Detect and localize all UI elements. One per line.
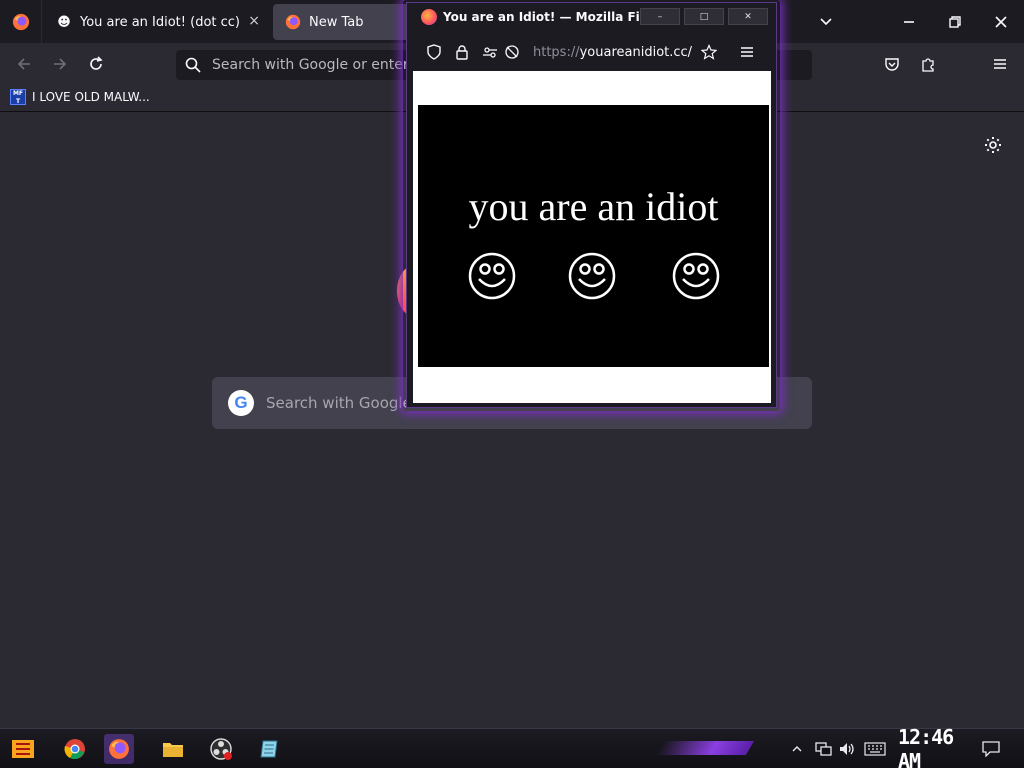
obs-taskbar-button[interactable]	[206, 734, 236, 764]
smiley-face-icon	[468, 252, 516, 300]
bookmark-favicon-icon: MF T	[10, 89, 26, 105]
smiley-face-icon	[568, 252, 616, 300]
reload-icon	[90, 56, 103, 70]
bookmark-star-icon[interactable]	[700, 43, 718, 61]
tab-new-tab[interactable]: New Tab	[273, 4, 413, 40]
network-tray-button[interactable]	[814, 739, 832, 759]
taskbar-decoration	[655, 741, 755, 755]
extensions-button[interactable]	[916, 52, 940, 76]
lock-icon[interactable]	[453, 43, 471, 61]
popup-window: You are an Idiot! — Mozilla Fire... – □ …	[406, 2, 777, 408]
popup-maximize-button[interactable]: □	[684, 8, 724, 25]
file-explorer-taskbar-button[interactable]	[158, 734, 188, 764]
start-button[interactable]	[8, 734, 38, 764]
popup-page-content: you are an idiot	[413, 71, 771, 403]
forward-arrow-icon	[54, 58, 67, 70]
keyboard-tray-button[interactable]	[864, 739, 886, 759]
close-window-button[interactable]	[978, 0, 1024, 43]
chrome-icon	[64, 739, 85, 760]
permissions-icon[interactable]	[481, 43, 499, 61]
restore-button[interactable]	[932, 0, 978, 43]
firefox-view-button[interactable]	[0, 0, 42, 43]
minimize-icon	[904, 20, 914, 23]
minimize-button[interactable]	[886, 0, 932, 43]
firefox-taskbar-button[interactable]	[104, 734, 134, 764]
volume-tray-button[interactable]	[838, 739, 856, 759]
list-all-tabs-button[interactable]	[803, 0, 849, 43]
show-hidden-icons-button[interactable]	[792, 739, 802, 759]
forward-button[interactable]	[48, 52, 72, 76]
volume-icon	[840, 743, 854, 755]
popup-url-bar[interactable]: https://youareanidiot.cc/	[415, 35, 770, 69]
chevron-down-icon	[820, 17, 832, 25]
puzzle-piece-icon	[922, 58, 934, 72]
firefox-icon	[109, 739, 129, 759]
keyboard-icon	[864, 742, 886, 756]
firefox-icon	[12, 13, 29, 30]
back-arrow-icon	[17, 58, 30, 70]
url-scheme: https://	[533, 44, 580, 60]
shield-icon[interactable]	[425, 43, 443, 61]
back-button[interactable]	[12, 52, 36, 76]
popup-menu-icon[interactable]	[738, 43, 756, 61]
close-tab-icon[interactable]: ×	[248, 13, 260, 29]
tab-you-are-an-idiot[interactable]: ☻ You are an Idiot! (dot cc) ×	[44, 4, 270, 40]
notepad-icon	[260, 740, 278, 758]
action-center-button[interactable]	[982, 739, 1000, 759]
hamburger-menu-icon	[994, 59, 1006, 69]
pocket-icon	[885, 58, 899, 71]
reload-button[interactable]	[84, 52, 108, 76]
chrome-taskbar-button[interactable]	[60, 734, 90, 764]
app-menu-button[interactable]	[988, 52, 1012, 76]
firefox-icon	[421, 9, 437, 25]
smiley-face-icon	[672, 252, 720, 300]
search-icon	[185, 57, 201, 73]
obs-icon	[210, 738, 232, 760]
popup-close-button[interactable]: ✕	[728, 8, 768, 25]
idiot-text: you are an idiot	[468, 184, 719, 229]
tab-title: New Tab	[309, 14, 364, 30]
smiley-face-icon: ☻	[57, 14, 71, 30]
file-explorer-icon	[163, 743, 183, 757]
popup-title: You are an Idiot! — Mozilla Fire...	[443, 10, 668, 24]
autoplay-blocked-icon[interactable]	[503, 43, 521, 61]
firefox-icon	[285, 14, 301, 30]
notification-icon	[982, 741, 1000, 757]
gear-icon[interactable]	[983, 135, 1003, 155]
google-icon: G	[228, 390, 254, 416]
network-icon	[815, 742, 832, 756]
chevron-up-icon	[792, 746, 802, 752]
bookmark-item[interactable]: MF T I LOVE OLD MALW...	[10, 89, 150, 105]
taskbar: 12:46 AM	[0, 725, 1024, 768]
close-icon	[995, 15, 1007, 28]
tab-title: You are an Idiot! (dot cc)	[80, 14, 240, 30]
taskbar-clock[interactable]: 12:46 AM	[898, 725, 966, 768]
popup-minimize-button[interactable]: –	[640, 8, 680, 25]
popup-url[interactable]: https://youareanidiot.cc/	[533, 45, 692, 60]
idiot-banner: you are an idiot	[418, 105, 769, 367]
url-host: youareanidiot.cc/	[579, 44, 693, 60]
restore-icon	[949, 15, 961, 28]
start-icon	[12, 740, 34, 758]
notepad-taskbar-button[interactable]	[255, 734, 285, 764]
bookmark-label: I LOVE OLD MALW...	[32, 90, 150, 104]
pocket-button[interactable]	[880, 52, 904, 76]
